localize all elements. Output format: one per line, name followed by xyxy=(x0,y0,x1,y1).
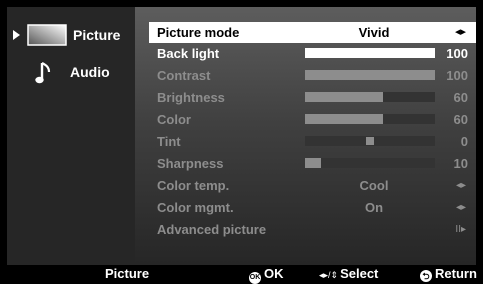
sidebar-item-label: Audio xyxy=(70,64,110,80)
footer-select-label: Select xyxy=(340,266,379,281)
slider-bar[interactable] xyxy=(305,92,435,102)
music-note-icon xyxy=(35,62,51,84)
menu-row-value: Vivid xyxy=(358,25,390,40)
menu-row-label: Brightness xyxy=(157,90,225,105)
tv-picture-menu: Picture Audio Picture mode Vivid ◂▸ Back… xyxy=(0,0,483,284)
menu-row-label: Color temp. xyxy=(157,178,230,193)
menu-row-label: Picture mode xyxy=(157,25,240,40)
left-right-arrows-icon: ◂▸ xyxy=(454,26,466,38)
slider-thumb[interactable] xyxy=(366,137,374,145)
footer-ok-hint: OK OK xyxy=(249,265,284,284)
menu-row-picture-mode[interactable]: Picture mode Vivid ◂▸ xyxy=(149,22,476,43)
footer-return-label: Return xyxy=(435,266,477,281)
slider-bar[interactable] xyxy=(305,70,435,80)
sidebar-item-audio[interactable]: Audio xyxy=(7,54,135,90)
navigation-arrows-icon: ◂▸/⇕ xyxy=(319,270,339,280)
footer-return-hint: ⮌ Return xyxy=(420,265,477,283)
menu-row-label: Advanced picture xyxy=(157,222,267,237)
left-right-arrows-icon: ◂▸ xyxy=(455,202,466,213)
footer-hint-bar: Picture OK OK ◂▸/⇕ Select ⮌ Return xyxy=(7,265,477,284)
selection-arrow-icon xyxy=(13,30,20,40)
picture-icon xyxy=(27,24,67,46)
slider-bar[interactable] xyxy=(305,48,435,58)
slider-fill xyxy=(305,114,383,124)
slider-bar[interactable] xyxy=(305,136,435,146)
slider-bar[interactable] xyxy=(305,158,435,168)
menu-row-label: Color xyxy=(157,112,191,127)
menu-row-label: Sharpness xyxy=(157,156,224,171)
menu-row-value: 100 xyxy=(446,68,468,83)
menu-row-advanced-picture[interactable]: Advanced picture II▸ xyxy=(149,219,476,240)
menu-row-value: 60 xyxy=(453,90,468,105)
picture-settings-panel: Picture mode Vivid ◂▸ Back light 100 Con… xyxy=(135,7,476,265)
enter-submenu-icon: II▸ xyxy=(455,224,466,235)
footer-ok-label: OK xyxy=(264,266,284,281)
ok-button-icon: OK xyxy=(249,272,261,284)
menu-row-label: Tint xyxy=(157,134,181,149)
slider-fill xyxy=(305,70,435,80)
left-right-arrows-icon: ◂▸ xyxy=(455,180,466,191)
category-sidebar: Picture Audio xyxy=(7,7,135,265)
menu-row-value: Cool xyxy=(359,178,389,193)
slider-fill xyxy=(305,158,321,168)
menu-row-tint[interactable]: Tint 0 xyxy=(149,131,476,152)
menu-row-sharpness[interactable]: Sharpness 10 xyxy=(149,153,476,174)
footer-select-hint: ◂▸/⇕ Select xyxy=(319,265,378,284)
menu-row-brightness[interactable]: Brightness 60 xyxy=(149,87,476,108)
slider-fill xyxy=(305,48,435,58)
sidebar-item-picture[interactable]: Picture xyxy=(7,17,135,53)
slider-fill xyxy=(305,92,383,102)
menu-row-label: Contrast xyxy=(157,68,211,83)
slider-bar[interactable] xyxy=(305,114,435,124)
menu-row-color-temp[interactable]: Color temp. Cool ◂▸ xyxy=(149,175,476,196)
menu-row-value: 10 xyxy=(453,156,468,171)
menu-row-back-light[interactable]: Back light 100 xyxy=(149,43,476,64)
footer-section-name: Picture xyxy=(105,266,150,281)
menu-row-value: 100 xyxy=(446,46,468,61)
menu-row-color[interactable]: Color 60 xyxy=(149,109,476,130)
sidebar-item-label: Picture xyxy=(73,27,121,43)
menu-row-color-mgmt[interactable]: Color mgmt. On ◂▸ xyxy=(149,197,476,218)
menu-row-label: Back light xyxy=(157,46,220,61)
menu-row-value: 0 xyxy=(460,134,468,149)
menu-row-value: 60 xyxy=(453,112,468,127)
return-icon: ⮌ xyxy=(420,270,432,282)
menu-row-value: On xyxy=(364,200,384,215)
menu-row-contrast[interactable]: Contrast 100 xyxy=(149,65,476,86)
menu-row-label: Color mgmt. xyxy=(157,200,234,215)
